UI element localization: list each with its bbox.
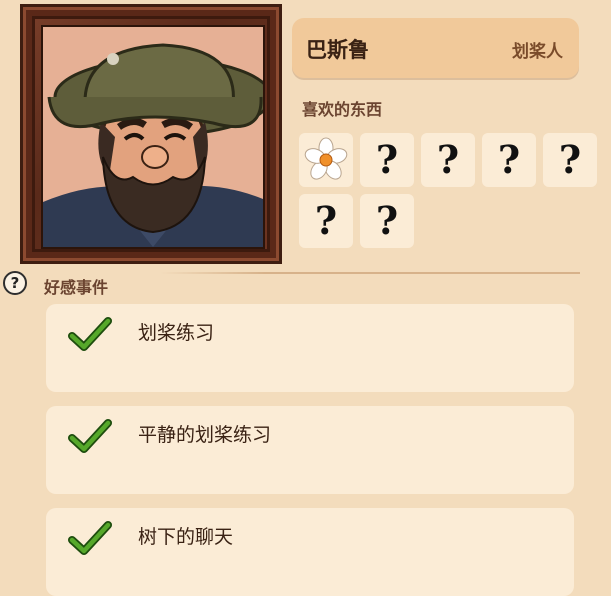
question-mark-icon: ?: [436, 137, 460, 182]
help-icon[interactable]: ?: [3, 271, 27, 295]
checkmark-icon: [68, 521, 112, 555]
character-portrait-art: [43, 27, 263, 247]
liked-item-slot-unknown[interactable]: ?: [360, 194, 414, 248]
liked-item-slot-unknown[interactable]: ?: [421, 133, 475, 187]
affection-event-card[interactable]: 划桨练习: [46, 304, 574, 392]
liked-item-slot-flower[interactable]: [299, 133, 353, 187]
liked-item-slot-unknown[interactable]: ?: [543, 133, 597, 187]
question-mark-icon: ?: [375, 198, 399, 243]
white-flower-icon: [304, 137, 348, 180]
affection-event-card[interactable]: 树下的聊天: [46, 508, 574, 596]
likes-title: 喜欢的东西: [302, 100, 383, 119]
affection-event-label: 树下的聊天: [138, 526, 234, 548]
question-mark-icon: ?: [497, 137, 521, 182]
affection-events-title: 好感事件: [44, 278, 109, 297]
liked-item-slot-unknown[interactable]: ?: [299, 194, 353, 248]
liked-item-slot-unknown[interactable]: ?: [360, 133, 414, 187]
question-mark-icon: ?: [558, 137, 582, 182]
affection-event-label: 划桨练习: [138, 322, 215, 344]
character-name: 巴斯鲁: [306, 38, 369, 62]
affection-event-card[interactable]: 平静的划桨练习: [46, 406, 574, 494]
liked-item-slot-unknown[interactable]: ?: [482, 133, 536, 187]
affection-event-label: 平静的划桨练习: [138, 424, 272, 446]
character-name-banner: 巴斯鲁 划桨人: [292, 18, 579, 78]
question-mark-icon: ?: [375, 137, 399, 182]
checkmark-icon: [68, 317, 112, 351]
question-mark-icon: ?: [314, 198, 338, 243]
checkmark-icon: [68, 419, 112, 453]
character-portrait: [41, 25, 265, 249]
portrait-frame: [20, 4, 282, 264]
section-divider: [160, 272, 580, 274]
character-role: 划桨人: [512, 42, 563, 62]
